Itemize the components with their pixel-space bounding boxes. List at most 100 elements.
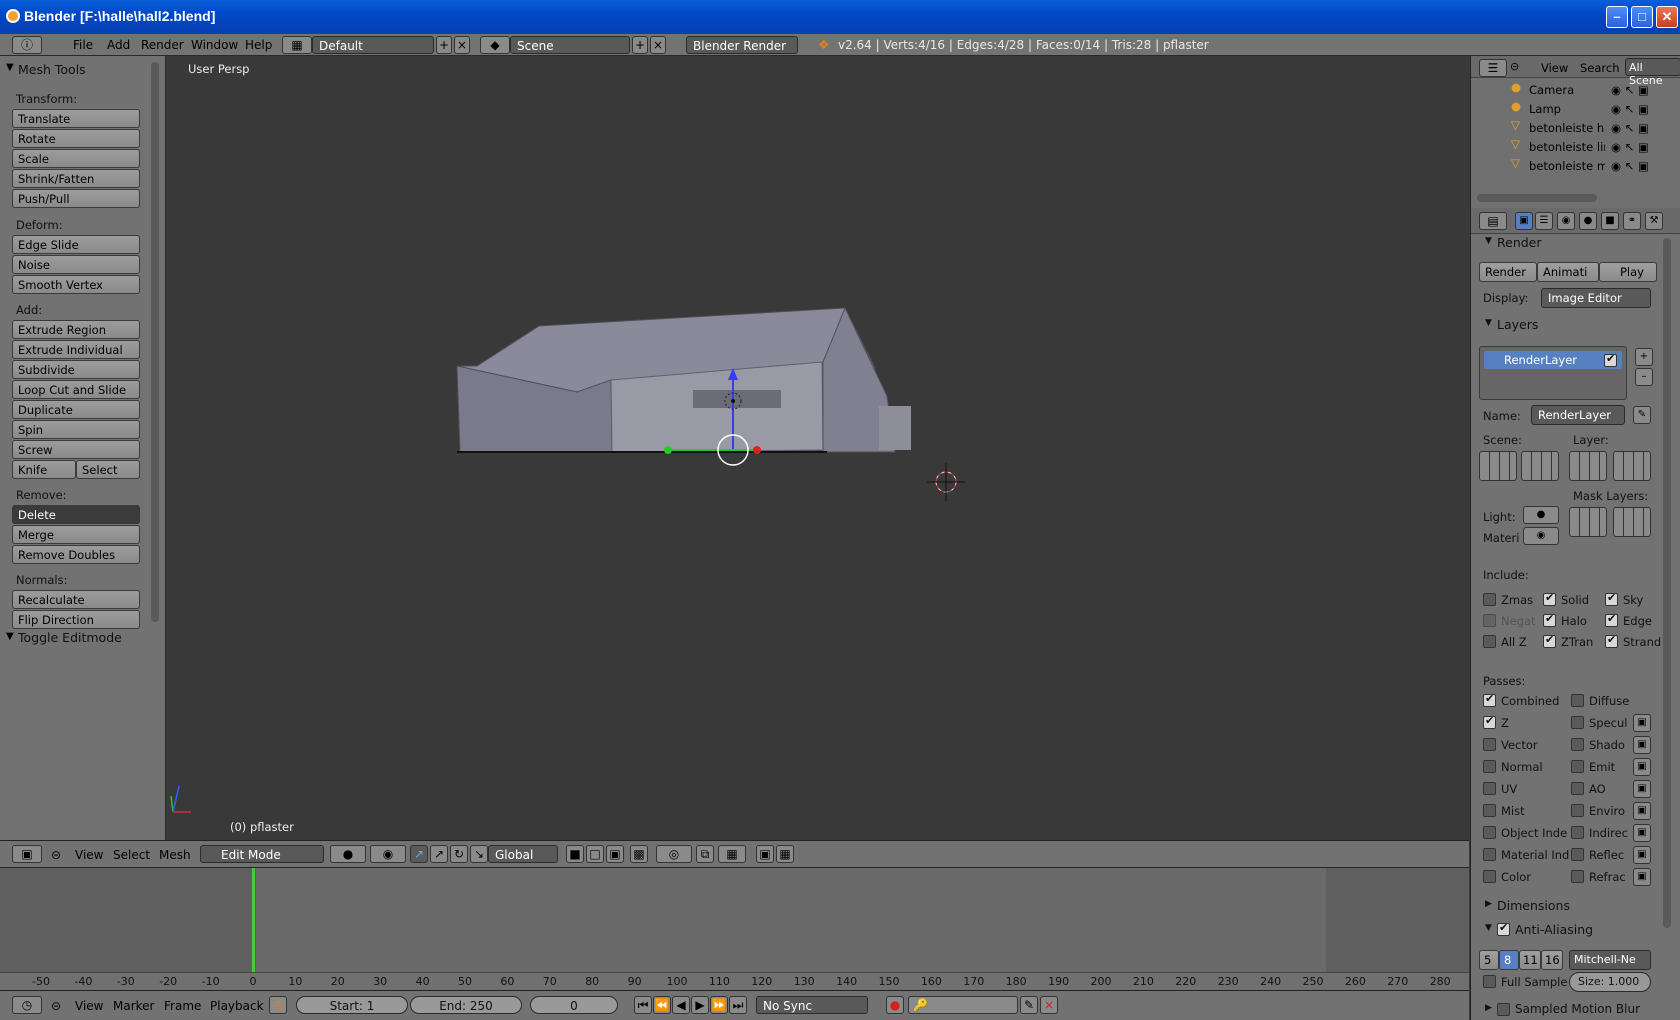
- outliner-search-menu[interactable]: Search: [1580, 61, 1620, 75]
- constraints-tab-icon[interactable]: ⚭: [1623, 212, 1641, 230]
- full-sample-checkbox[interactable]: [1483, 975, 1496, 988]
- play-reverse-icon[interactable]: ◀: [672, 996, 690, 1014]
- flip-direction-button[interactable]: Flip Direction: [12, 610, 140, 629]
- render-layer-list[interactable]: RenderLayer: [1479, 346, 1627, 400]
- occlude-geometry-icon[interactable]: ▩: [630, 845, 648, 863]
- remove-layer-button[interactable]: –: [1635, 368, 1653, 386]
- layers-tab-icon[interactable]: ☰: [1535, 212, 1553, 230]
- eye-icon[interactable]: ◉ ↖ ▣: [1611, 83, 1649, 97]
- current-frame-field[interactable]: 0: [530, 996, 618, 1014]
- render-still-button[interactable]: Render: [1479, 262, 1537, 282]
- panel-expand-icon[interactable]: ▶: [1485, 1003, 1492, 1013]
- outliner-scrollbar[interactable]: [1477, 194, 1597, 202]
- panel-collapse-icon[interactable]: ▼: [6, 631, 14, 642]
- menu-frame[interactable]: Frame: [164, 999, 201, 1013]
- push-pull-button[interactable]: Push/Pull: [12, 189, 140, 208]
- collapse-icon[interactable]: ⊝: [1510, 60, 1519, 73]
- orientation-select[interactable]: Global: [488, 845, 558, 863]
- menu-playback[interactable]: Playback: [210, 999, 264, 1013]
- eye-icon[interactable]: ◉ ↖ ▣: [1611, 121, 1649, 135]
- prev-keyframe-icon[interactable]: ⏪: [653, 996, 671, 1014]
- anti-aliasing-checkbox[interactable]: [1497, 921, 1510, 936]
- layers-panel-header[interactable]: Layers: [1497, 317, 1538, 332]
- menu-mesh[interactable]: Mesh: [159, 848, 191, 862]
- outliner-item[interactable]: ▽ betonleiste mi ◉ ↖ ▣: [1471, 156, 1671, 175]
- editor-type-icon[interactable]: ◷: [12, 996, 42, 1014]
- smooth-vertex-button[interactable]: Smooth Vertex: [12, 275, 140, 294]
- exclude-pass-icon[interactable]: ▣: [1633, 868, 1651, 886]
- keying-set-field[interactable]: 🔑: [908, 996, 1018, 1014]
- outliner-item[interactable]: ▽ betonleiste hin ◉ ↖ ▣: [1471, 118, 1671, 137]
- vertex-select-icon[interactable]: ■: [566, 845, 584, 863]
- extrude-region-button[interactable]: Extrude Region: [12, 320, 140, 339]
- material-override-icon[interactable]: ◉: [1523, 527, 1559, 545]
- outliner-item[interactable]: ▽ betonleiste lin ◉ ↖ ▣: [1471, 137, 1671, 156]
- motion-blur-checkbox[interactable]: [1497, 1003, 1510, 1016]
- aa-filter-select[interactable]: Mitchell-Ne: [1569, 950, 1651, 970]
- pass-combined-checkbox[interactable]: [1483, 692, 1496, 707]
- layer-grid[interactable]: [1613, 451, 1651, 481]
- exclude-pass-icon[interactable]: ▣: [1633, 780, 1651, 798]
- play-icon[interactable]: ▶: [691, 996, 709, 1014]
- face-select-icon[interactable]: ▣: [606, 845, 624, 863]
- aa-samples-8[interactable]: 8: [1499, 950, 1519, 970]
- editor-type-icon[interactable]: ▣: [12, 845, 42, 863]
- preview-range-icon[interactable]: ◷: [269, 996, 287, 1014]
- menu-window[interactable]: Window: [191, 38, 238, 52]
- include-negate-checkbox[interactable]: [1483, 614, 1496, 627]
- rotate-button[interactable]: Rotate: [12, 129, 140, 148]
- world-tab-icon[interactable]: ●: [1579, 212, 1597, 230]
- pass-reflection-checkbox[interactable]: [1571, 848, 1584, 861]
- delete-keyframe-icon[interactable]: ×: [1040, 996, 1058, 1014]
- exclude-pass-icon[interactable]: ▣: [1633, 714, 1651, 732]
- modifiers-tab-icon[interactable]: ⚒: [1645, 212, 1663, 230]
- translate-button[interactable]: Translate: [12, 109, 140, 128]
- minimize-button[interactable]: –: [1606, 6, 1628, 28]
- pass-ao-checkbox[interactable]: [1571, 782, 1584, 795]
- add-layer-button[interactable]: +: [1635, 348, 1653, 366]
- subdivide-button[interactable]: Subdivide: [12, 360, 140, 379]
- scene-layer-grid[interactable]: [1521, 451, 1559, 481]
- scale-button[interactable]: Scale: [12, 149, 140, 168]
- include-sky-checkbox[interactable]: [1605, 591, 1618, 606]
- menu-view[interactable]: View: [75, 848, 103, 862]
- properties-scrollbar[interactable]: [1663, 238, 1671, 928]
- aa-samples-16[interactable]: 16: [1541, 950, 1563, 970]
- layer-grid[interactable]: [1569, 451, 1607, 481]
- close-button[interactable]: ✕: [1656, 6, 1678, 28]
- pivot-select[interactable]: ◉: [370, 845, 406, 863]
- loop-cut-button[interactable]: Loop Cut and Slide: [12, 380, 140, 399]
- remove-doubles-button[interactable]: Remove Doubles: [12, 545, 140, 564]
- outliner-display-select[interactable]: All Scene: [1625, 58, 1680, 87]
- outliner-view-menu[interactable]: View: [1541, 61, 1568, 75]
- panel-collapse-icon[interactable]: ▼: [1485, 923, 1492, 933]
- pin-icon[interactable]: ✎: [1633, 406, 1651, 424]
- edge-select-icon[interactable]: □: [586, 845, 604, 863]
- pass-specular-checkbox[interactable]: [1571, 716, 1584, 729]
- render-layer-toggle[interactable]: [1604, 352, 1617, 367]
- timeline[interactable]: [0, 868, 1469, 978]
- menu-select[interactable]: Select: [113, 848, 150, 862]
- exclude-pass-icon[interactable]: ▣: [1633, 846, 1651, 864]
- scene-select[interactable]: Scene: [510, 36, 630, 54]
- layout-select[interactable]: Default: [312, 36, 434, 54]
- noise-button[interactable]: Noise: [12, 255, 140, 274]
- pass-indirect-checkbox[interactable]: [1571, 826, 1584, 839]
- pass-mist-checkbox[interactable]: [1483, 804, 1496, 817]
- end-frame-field[interactable]: End: 250: [410, 996, 522, 1014]
- include-allz-checkbox[interactable]: [1483, 635, 1496, 648]
- mask-layer-grid[interactable]: [1569, 507, 1607, 537]
- render-animation-button[interactable]: Animati: [1537, 262, 1599, 282]
- jump-end-icon[interactable]: ⏭: [729, 996, 747, 1014]
- outliner-item[interactable]: ● Lamp ◉ ↖ ▣: [1471, 99, 1671, 118]
- menu-render[interactable]: Render: [141, 38, 184, 52]
- include-edge-checkbox[interactable]: [1605, 612, 1618, 627]
- panel-collapse-icon[interactable]: ▼: [6, 62, 14, 73]
- include-ztran-checkbox[interactable]: [1543, 633, 1556, 648]
- shrink-fatten-button[interactable]: Shrink/Fatten: [12, 169, 140, 188]
- anti-aliasing-panel-header[interactable]: Anti-Aliasing: [1515, 922, 1593, 937]
- render-engine-select[interactable]: Blender Render: [686, 36, 798, 54]
- pass-refraction-checkbox[interactable]: [1571, 870, 1584, 883]
- duplicate-button[interactable]: Duplicate: [12, 400, 140, 419]
- editor-type-icon[interactable]: ⓘ: [12, 36, 42, 54]
